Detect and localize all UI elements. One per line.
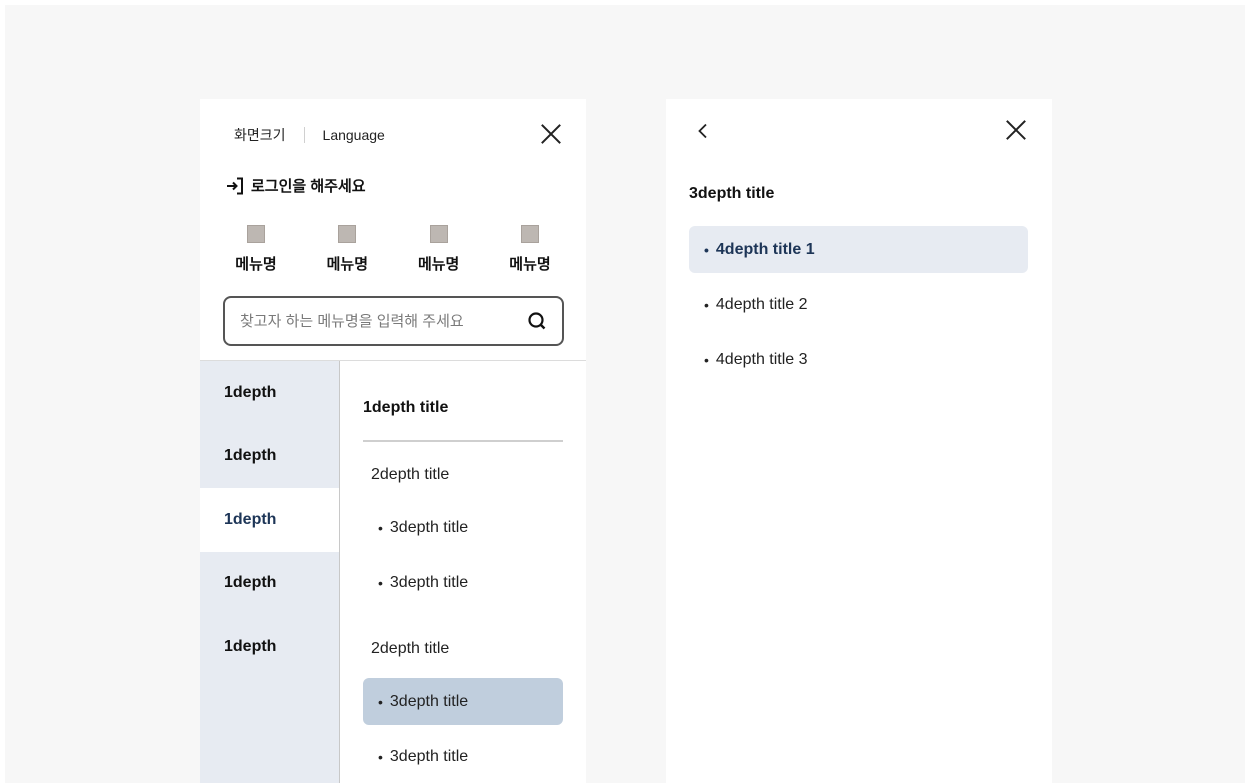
menu-tree: 1depth 1depth 1depth 1depth 1depth 1dept… — [200, 360, 586, 783]
depth3-item[interactable]: • 3depth title — [363, 504, 563, 551]
depth4-item[interactable]: • 4depth title 2 — [689, 281, 1028, 328]
depth1-title: 1depth title — [363, 399, 449, 416]
depth4-label: 4depth title 1 — [715, 240, 815, 258]
menu-image-placeholder-icon — [520, 225, 539, 243]
depth1-item[interactable]: 1depth — [200, 361, 339, 425]
all-menu-panel: 화면크기 Language 로그인을 해주세요 메뉴명 메뉴명 메뉴명 메뉴명 — [200, 99, 586, 783]
depth1-list: 1depth 1depth 1depth 1depth 1depth — [200, 361, 340, 783]
login-link[interactable]: 로그인을 해주세요 — [225, 175, 366, 196]
depth4-panel: 3depth title • 4depth title 1 • 4depth t… — [666, 99, 1052, 783]
depth3-label: 3depth title — [389, 747, 469, 765]
search-icon[interactable] — [528, 312, 546, 330]
quick-menu-item[interactable]: 메뉴명 — [500, 225, 560, 274]
bullet-icon: • — [378, 693, 383, 710]
menu-image-placeholder-icon — [247, 225, 265, 243]
bullet-icon: • — [378, 748, 383, 765]
bullet-icon: • — [704, 241, 709, 258]
depth3-item[interactable]: • 3depth title — [363, 559, 563, 606]
depth3-title: 3depth title — [689, 185, 775, 202]
quick-menu-label: 메뉴명 — [417, 256, 460, 273]
title-divider — [363, 440, 563, 442]
depth3-label: 3depth title — [389, 518, 469, 536]
depth3-label: 3depth title — [389, 573, 469, 591]
quick-menu-item[interactable]: 메뉴명 — [317, 225, 377, 274]
login-text: 로그인을 해주세요 — [251, 178, 366, 195]
depth3-label: 3depth title — [389, 692, 469, 710]
search-input[interactable] — [240, 312, 520, 330]
menu-image-placeholder-icon — [429, 225, 448, 243]
quick-menu: 메뉴명 메뉴명 메뉴명 메뉴명 — [234, 225, 560, 274]
depth1-item[interactable]: 1depth — [200, 552, 339, 616]
screen-size-link[interactable]: 화면크기 — [234, 125, 286, 145]
depth1-item-active[interactable]: 1depth — [200, 488, 339, 552]
quick-menu-label: 메뉴명 — [509, 256, 551, 273]
depth4-item-active[interactable]: • 4depth title 1 — [689, 226, 1028, 273]
bullet-icon: • — [378, 574, 383, 591]
language-link[interactable]: Language — [323, 127, 385, 143]
quick-menu-label: 메뉴명 — [326, 256, 369, 273]
menu-image-placeholder-icon — [338, 225, 357, 243]
quick-menu-item[interactable]: 메뉴명 — [409, 225, 469, 274]
link-divider — [303, 127, 305, 143]
depth2-item[interactable]: 2depth title — [371, 466, 449, 484]
depth1-item[interactable]: 1depth — [200, 615, 339, 679]
bullet-icon: • — [378, 519, 383, 536]
search-box — [223, 296, 564, 346]
page-background — [5, 5, 1245, 783]
depth3-item-active[interactable]: • 3depth title — [363, 678, 563, 725]
close-icon[interactable] — [1005, 119, 1027, 141]
top-links: 화면크기 Language — [234, 125, 385, 145]
close-icon[interactable] — [540, 123, 562, 145]
depth1-item[interactable]: 1depth — [200, 425, 339, 489]
depth4-label: 4depth title 2 — [715, 295, 808, 313]
bullet-icon: • — [704, 351, 709, 368]
depth4-item[interactable]: • 4depth title 3 — [689, 336, 1028, 383]
depth4-label: 4depth title 3 — [715, 350, 808, 368]
login-icon — [227, 177, 243, 194]
quick-menu-label: 메뉴명 — [235, 256, 277, 273]
depth2-item[interactable]: 2depth title — [371, 640, 449, 658]
depth3-item[interactable]: • 3depth title — [363, 733, 563, 780]
quick-menu-item[interactable]: 메뉴명 — [226, 225, 286, 274]
chevron-left-icon[interactable] — [696, 123, 710, 139]
bullet-icon: • — [704, 296, 709, 313]
